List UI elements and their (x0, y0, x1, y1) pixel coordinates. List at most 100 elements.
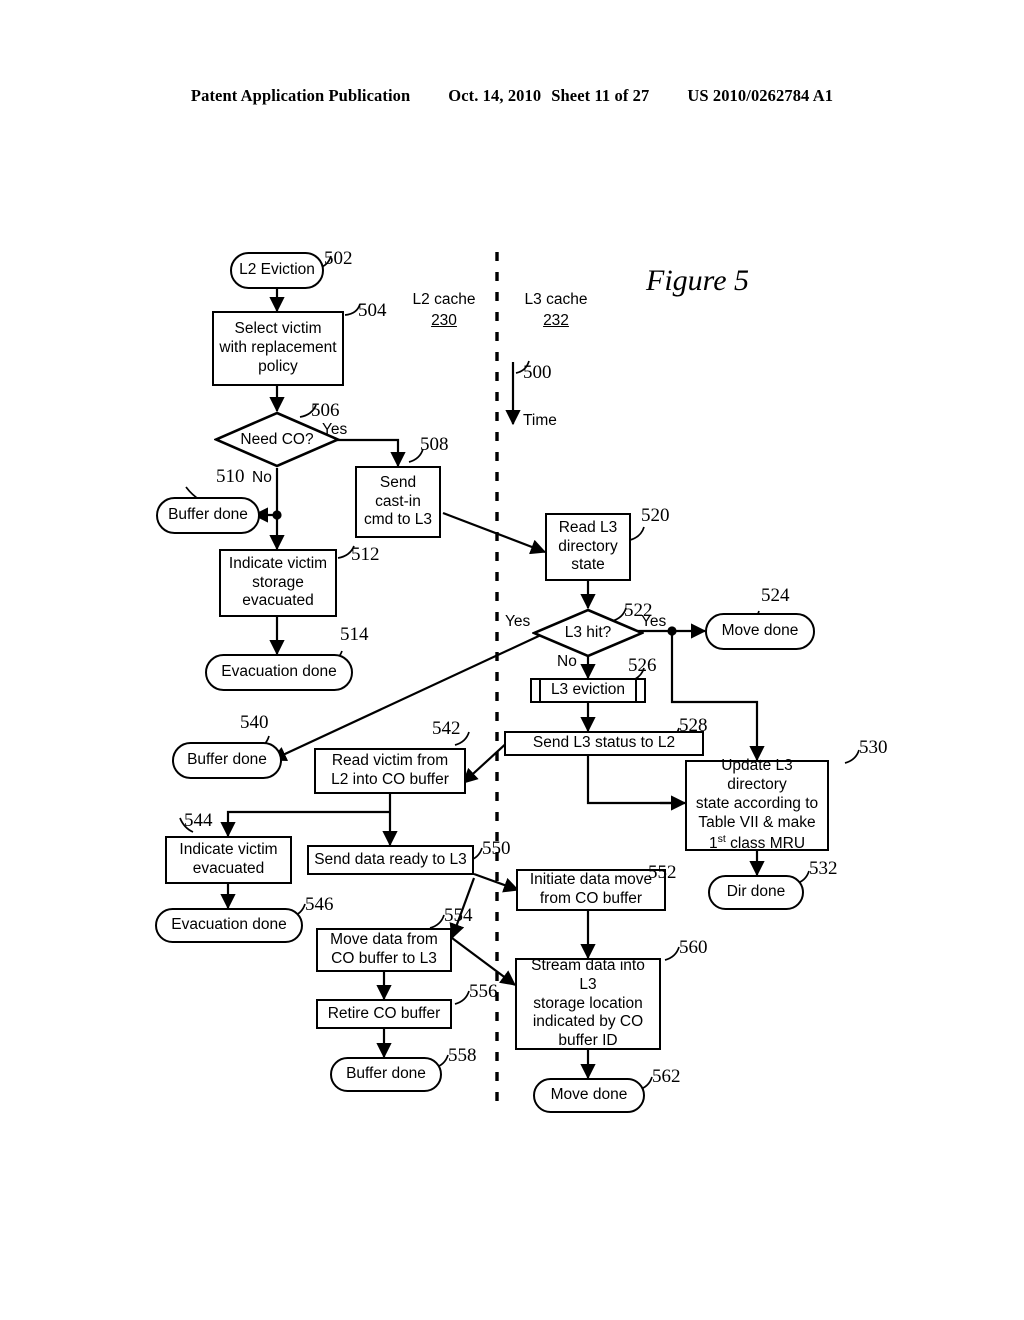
node-554-line1: Move data from (330, 931, 438, 949)
node-542-line1: Read victim from (331, 752, 449, 770)
node-562-move-done[interactable]: Move done (533, 1078, 645, 1113)
node-522-label: L3 hit? (564, 624, 612, 641)
junction-dot-522 (667, 626, 677, 636)
node-512-indicate-victim-storage-evacuated[interactable]: Indicate victim storage evacuated (219, 549, 337, 617)
ref-550: 550 (482, 838, 511, 859)
node-542-read-victim-from-l2[interactable]: Read victim from L2 into CO buffer (314, 748, 466, 794)
node-524-move-done[interactable]: Move done (705, 613, 815, 650)
l3-cache-label: L3 cache (524, 291, 588, 308)
node-556-label: Retire CO buffer (327, 1004, 441, 1022)
node-546-evacuation-done[interactable]: Evacuation done (155, 908, 303, 943)
edge-label-l3-hit-yes-right: Yes (641, 613, 667, 630)
node-552-line1: Initiate data move (529, 871, 653, 889)
node-558-buffer-done[interactable]: Buffer done (330, 1057, 442, 1092)
node-530-line1: Update L3 directory (721, 757, 793, 794)
node-502-label: L2 Eviction (239, 261, 315, 279)
ref-500: 500 (523, 362, 552, 383)
ref-544: 544 (184, 810, 213, 831)
ref-560: 560 (679, 937, 708, 958)
l3-cache-ref: 232 (543, 311, 569, 329)
node-524-label: Move done (721, 622, 799, 640)
ref-562: 562 (652, 1066, 681, 1087)
node-540-label: Buffer done (187, 751, 267, 769)
node-532-label: Dir done (726, 883, 786, 901)
node-526-label: L3 eviction (550, 681, 626, 699)
ref-558: 558 (448, 1045, 477, 1066)
node-512-line3: evacuated (242, 592, 314, 610)
node-560-stream-data-into-l3[interactable]: Stream data into L3 storage location ind… (515, 956, 661, 1050)
node-520-read-l3-directory-state[interactable]: Read L3 directory state (545, 513, 631, 581)
edge-label-need-co-yes: Yes (322, 421, 348, 438)
node-512-line1: Indicate victim (228, 554, 328, 572)
node-560-line2: storage location (533, 994, 643, 1012)
time-axis-label: Time (523, 412, 557, 429)
node-510-label: Buffer done (168, 506, 248, 524)
node-530-ordinal-number: 1 (708, 834, 718, 852)
node-530-line2: state according to (695, 794, 819, 812)
ref-552: 552 (648, 862, 677, 883)
ref-546: 546 (305, 894, 334, 915)
node-554-move-data-from-co-buffer[interactable]: Move data from CO buffer to L3 (316, 928, 452, 972)
l2-cache-ref: 230 (431, 311, 457, 329)
node-512-line2: storage (252, 573, 304, 591)
ref-542: 542 (432, 718, 461, 739)
column-header-l3: L3 cache 232 (506, 290, 606, 332)
ref-530: 530 (859, 737, 888, 758)
edge-label-l3-hit-no: No (557, 653, 577, 670)
ref-510: 510 (216, 466, 245, 487)
node-506-label: Need CO? (240, 430, 314, 448)
ref-556: 556 (469, 981, 498, 1002)
ref-554: 554 (444, 905, 473, 926)
node-560-line1: Stream data into L3 (531, 956, 645, 993)
node-554-line2: CO buffer to L3 (331, 950, 437, 967)
node-544-indicate-victim-evacuated[interactable]: Indicate victim evacuated (165, 836, 292, 884)
ref-526: 526 (628, 655, 657, 676)
node-558-label: Buffer done (346, 1065, 426, 1083)
node-552-line2: from CO buffer (539, 890, 643, 907)
node-530-ordinal-suffix: st (717, 832, 726, 845)
node-504-line2: with replacement (219, 339, 337, 357)
node-508-line2: cast-in (375, 492, 421, 510)
ref-524: 524 (761, 585, 790, 606)
node-556-retire-co-buffer[interactable]: Retire CO buffer (316, 999, 452, 1029)
node-508-line3: cmd to L3 (363, 511, 433, 529)
node-520-line2: directory (558, 537, 618, 555)
node-526-l3-eviction[interactable]: L3 eviction (530, 677, 646, 704)
node-528-label: Send L3 status to L2 (532, 734, 676, 752)
node-552-initiate-data-move[interactable]: Initiate data move from CO buffer (516, 869, 666, 911)
node-530-update-l3-directory-state[interactable]: Update L3 directory state according to T… (685, 757, 829, 854)
node-540-buffer-done[interactable]: Buffer done (172, 742, 282, 779)
node-528-send-l3-status-to-l2[interactable]: Send L3 status to L2 (504, 731, 704, 756)
node-504-select-victim[interactable]: Select victim with replacement policy (212, 311, 344, 386)
ref-528: 528 (679, 715, 708, 736)
node-502-l2-eviction[interactable]: L2 Eviction (230, 252, 324, 289)
node-546-label: Evacuation done (171, 916, 287, 934)
ref-502: 502 (324, 248, 353, 269)
node-550-send-data-ready-to-l3[interactable]: Send data ready to L3 (307, 845, 474, 875)
ref-514: 514 (340, 624, 369, 645)
node-562-label: Move done (550, 1086, 628, 1104)
node-532-dir-done[interactable]: Dir done (708, 875, 804, 910)
ref-504: 504 (358, 300, 387, 321)
ref-520: 520 (641, 505, 670, 526)
ref-508: 508 (420, 434, 449, 455)
ref-540: 540 (240, 712, 269, 733)
junction-dot-506 (272, 510, 282, 520)
column-header-l2: L2 cache 230 (394, 290, 494, 332)
node-530-line3: Table VII & make (698, 813, 816, 831)
node-520-line3: state (571, 556, 605, 574)
ref-512: 512 (351, 544, 380, 565)
node-504-line3: policy (258, 357, 298, 375)
node-530-line4: 1st class MRU (691, 833, 823, 854)
edge-label-l3-hit-yes-left: Yes (505, 613, 531, 630)
node-544-line2: evacuated (192, 860, 265, 877)
node-514-evacuation-done[interactable]: Evacuation done (205, 654, 353, 691)
node-530-ordinal-rest: class MRU (725, 834, 806, 852)
node-504-line1: Select victim (234, 320, 322, 338)
node-508-send-cast-in[interactable]: Send cast-in cmd to L3 (355, 466, 441, 538)
node-560-line4: buffer ID (558, 1032, 618, 1050)
node-508-line1: Send (379, 473, 417, 491)
node-560-line3: indicated by CO (532, 1013, 644, 1031)
node-510-buffer-done[interactable]: Buffer done (156, 497, 260, 534)
flowchart-canvas (179, 252, 860, 1106)
